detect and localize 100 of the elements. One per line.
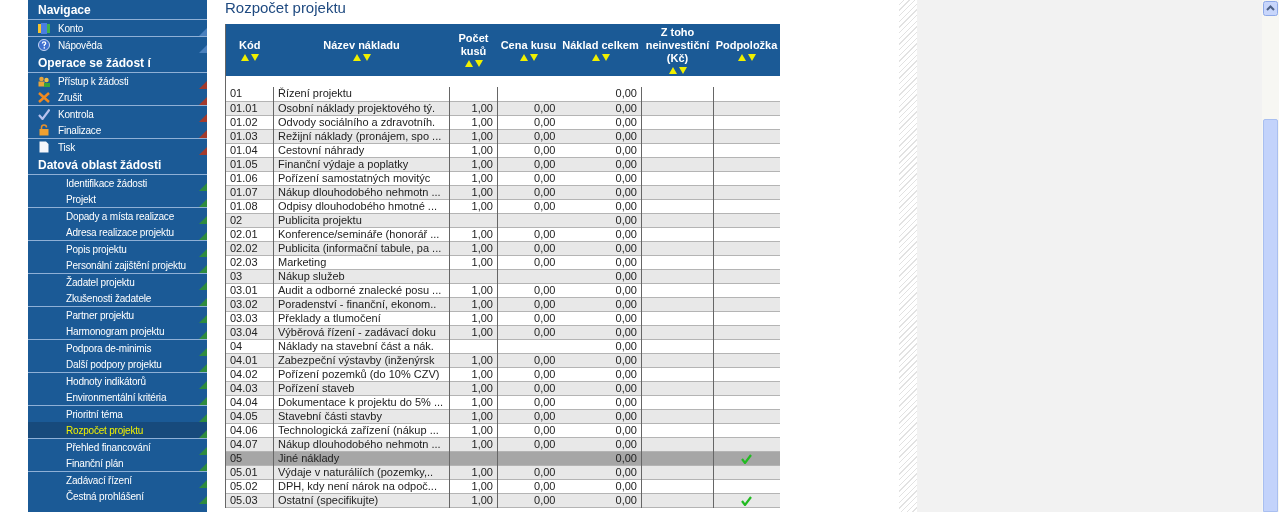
table-cell: Marketing xyxy=(278,255,327,268)
table-cell: Finanční výdaje a poplatky xyxy=(278,157,409,170)
table-cell: 0,00 xyxy=(534,367,556,380)
table-cell: 0,00 xyxy=(615,367,637,380)
sidebar-item[interactable]: Tisk xyxy=(28,139,207,155)
table-cell: 0,00 xyxy=(534,297,556,310)
sort-icon[interactable] xyxy=(519,53,538,62)
table-cell: 0,00 xyxy=(534,199,556,212)
sort-icon[interactable] xyxy=(464,60,483,68)
table-cell: 01.02 xyxy=(230,115,258,128)
table-cell: 0,00 xyxy=(534,185,556,198)
column-header[interactable]: Kód xyxy=(239,38,261,52)
column-header[interactable]: Podpoložka xyxy=(715,38,778,52)
section-heading: Navigace xyxy=(28,0,207,20)
scrollbar[interactable] xyxy=(1262,0,1279,512)
table-cell: 0,00 xyxy=(615,479,637,492)
scroll-thumb[interactable] xyxy=(1263,119,1278,512)
table-cell: 05.03 xyxy=(230,493,258,506)
sidebar-item[interactable]: Nápověda xyxy=(28,37,207,53)
table-cell: Technologická zařízení (nákup ... xyxy=(278,423,439,436)
table-cell: 0,00 xyxy=(615,395,637,408)
sidebar-item[interactable]: Partner projektu xyxy=(28,307,207,323)
table-cell: 0,00 xyxy=(534,479,556,492)
item-label: Harmonogram projektu xyxy=(66,324,165,339)
table-cell: 1,00 xyxy=(471,227,493,240)
table-cell: 1,00 xyxy=(471,493,493,506)
sidebar-item[interactable]: Přístup k žádosti xyxy=(28,73,207,89)
sidebar-item[interactable]: Konto xyxy=(28,20,207,36)
table-cell: Publicita projektu xyxy=(278,213,362,226)
table-cell: 0,00 xyxy=(615,87,637,100)
sidebar-item[interactable]: Dopady a místa realizace xyxy=(28,208,207,224)
sort-icon[interactable] xyxy=(352,53,371,62)
sidebar-item[interactable]: Žadatel projektu xyxy=(28,274,207,290)
table-cell: 02.01 xyxy=(230,227,258,240)
table-cell: 0,00 xyxy=(615,465,637,478)
sidebar-item[interactable]: Finanční plán xyxy=(28,455,207,471)
sidebar-item[interactable]: Přehled financování xyxy=(28,439,207,455)
sidebar-item[interactable]: Hodnoty indikátorů xyxy=(28,373,207,389)
item-label: Popis projektu xyxy=(66,242,127,257)
table-cell: 0,00 xyxy=(615,409,637,422)
table-cell: 01.01 xyxy=(230,101,258,114)
column-header[interactable]: Z toho neinvestiční (Kč) xyxy=(643,25,712,65)
sort-icon[interactable] xyxy=(737,53,756,62)
table-cell: 0,00 xyxy=(615,255,637,268)
sidebar-item[interactable]: Finalizace xyxy=(28,122,207,138)
table-cell: Dokumentace k projektu do 5% ... xyxy=(278,395,444,408)
table-cell: 0,00 xyxy=(534,143,556,156)
table-cell: 0,00 xyxy=(534,115,556,128)
sidebar-item[interactable]: Další podpory projektu xyxy=(28,356,207,372)
table-cell: 0,00 xyxy=(615,269,637,282)
table-cell: 0,00 xyxy=(534,409,556,422)
table-cell: 0,00 xyxy=(615,493,637,506)
table-cell: Režijní náklady (pronájem, spo ... xyxy=(278,129,442,142)
sidebar-item[interactable]: Zrušit xyxy=(28,89,207,105)
table-cell: Náklady na stavební část a nák. xyxy=(278,339,434,352)
table-cell: Odvody sociálního a zdravotníh. xyxy=(278,115,436,128)
sidebar-item[interactable]: Popis projektu xyxy=(28,241,207,257)
sidebar-item[interactable]: Projekt xyxy=(28,191,207,207)
page-title: Rozpočet projektu xyxy=(225,0,346,16)
table-cell: 1,00 xyxy=(471,101,493,114)
table-cell: 1,00 xyxy=(471,143,493,156)
item-label: Zadávací řízení xyxy=(66,473,132,488)
sidebar-item[interactable]: Kontrola xyxy=(28,106,207,122)
sidebar-item[interactable]: Prioritní téma xyxy=(28,406,207,422)
table-cell: 1,00 xyxy=(471,395,493,408)
table-cell: Publicita (informační tabule, pa ... xyxy=(278,241,442,254)
table-cell: 0,00 xyxy=(615,423,637,436)
table-cell: 0,00 xyxy=(615,325,637,338)
sidebar-item[interactable]: Identifikace žádosti xyxy=(28,175,207,191)
sidebar-item[interactable]: Environmentální kritéria xyxy=(28,389,207,405)
table-cell: 0,00 xyxy=(615,171,637,184)
table-cell: 1,00 xyxy=(471,465,493,478)
sidebar-item[interactable]: Zkušenosti žadatele xyxy=(28,290,207,306)
scroll-up-icon[interactable] xyxy=(1263,1,1278,16)
column-header[interactable]: Počet kusů xyxy=(451,32,496,58)
sort-icon[interactable] xyxy=(591,53,610,62)
sidebar-item[interactable]: Personální zajištění projektu xyxy=(28,257,207,273)
table-cell: 0,00 xyxy=(534,227,556,240)
column-header[interactable]: Náklad celkem xyxy=(562,38,639,52)
table-row[interactable]: 01 Řízení projektu 0,00 xyxy=(225,87,780,101)
table-cell: 0,00 xyxy=(615,129,637,142)
table-cell: 0,00 xyxy=(534,465,556,478)
sort-icon[interactable] xyxy=(240,53,259,62)
sidebar-item[interactable]: Adresa realizace projektu xyxy=(28,224,207,240)
table-cell: 0,00 xyxy=(534,101,556,114)
cross-icon xyxy=(38,91,50,103)
table-cell: 1,00 xyxy=(471,157,493,170)
sort-icon[interactable] xyxy=(668,66,687,75)
sidebar-item[interactable]: Rozpočet projektu xyxy=(28,422,207,438)
table-cell: 01.06 xyxy=(230,171,258,184)
sidebar-item[interactable]: Čestná prohlášení xyxy=(28,488,207,504)
table-cell: 03 xyxy=(230,269,243,282)
column-header[interactable]: Cena kusu xyxy=(500,38,557,52)
table-cell: 0,00 xyxy=(615,353,637,366)
table-cell: 1,00 xyxy=(471,423,493,436)
sidebar-item[interactable]: Harmonogram projektu xyxy=(28,323,207,339)
sidebar-item[interactable]: Zadávací řízení xyxy=(28,472,207,488)
column-header[interactable]: Název nákladu xyxy=(323,38,400,52)
table-cell: DPH, kdy není nárok na odpoč... xyxy=(278,479,437,492)
sidebar-item[interactable]: Podpora de-minimis xyxy=(28,340,207,356)
